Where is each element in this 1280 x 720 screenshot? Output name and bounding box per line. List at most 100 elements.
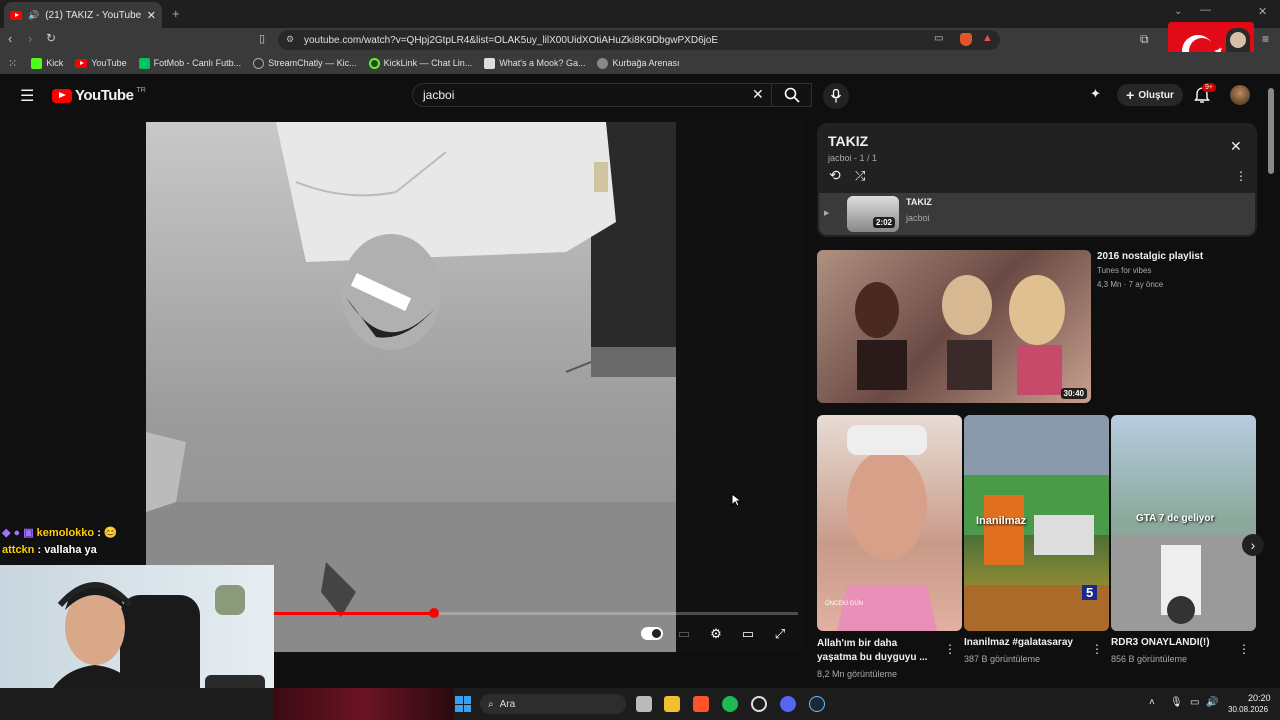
avatar[interactable] — [1230, 85, 1250, 105]
address-bar[interactable]: ⚙ youtube.com/watch?v=QHpj2GtpLR4&list=O… — [278, 30, 1000, 50]
shuffle-icon[interactable]: ⤮ — [855, 168, 865, 184]
bookmark-fotmob[interactable]: FotMob - Canlı Futb... — [138, 57, 241, 69]
bookmark-youtube[interactable]: YouTube — [75, 58, 127, 68]
short-3-views: 856 B görüntüleme — [1111, 654, 1188, 664]
brave-rewards-icon[interactable]: ▲ — [982, 32, 993, 44]
cast-icon[interactable]: ▭ — [934, 33, 943, 44]
back-icon[interactable]: ‹ — [8, 31, 12, 46]
notifications-button[interactable]: 9+ — [1194, 83, 1216, 106]
subtitles-icon[interactable]: ▭ — [674, 624, 694, 644]
search-button[interactable] — [771, 83, 811, 107]
kick-icon — [31, 57, 43, 69]
settings-icon[interactable]: ⚙ — [706, 624, 726, 644]
site-info-icon[interactable]: ⚙ — [286, 34, 294, 45]
tab-close-icon[interactable]: ✕ — [147, 9, 156, 22]
progress-scrubber[interactable] — [428, 608, 439, 618]
youtube-logo-icon — [52, 88, 72, 103]
stream-chat-overlay: ◆ ● ▣ kemolokko : 😊 attckn : vallaha ya — [2, 526, 274, 561]
steam-icon[interactable] — [809, 696, 825, 712]
apps-icon[interactable]: ⁙ — [8, 57, 17, 70]
plus-icon: + — [1126, 87, 1135, 103]
tray-display-icon[interactable]: ▭ — [1190, 697, 1199, 708]
tray-chevron-icon[interactable]: ˄ — [1149, 697, 1155, 708]
short-1-views: 8,2 Mn görüntüleme — [817, 669, 898, 679]
featured-channel[interactable]: Tunes for vibes — [1097, 266, 1151, 275]
bookmark-icon[interactable]: ▯ — [259, 32, 265, 45]
brave-browser-icon[interactable] — [693, 696, 709, 712]
short-2-title[interactable]: Inanilmaz #galatasaray — [964, 637, 1073, 648]
bookmark-mook[interactable]: What's a Mook? Ga... — [484, 57, 585, 69]
close-window-icon[interactable]: ✕ — [1258, 5, 1267, 18]
short-3-title[interactable]: RDR3 ONAYLANDI(!) — [1111, 637, 1210, 648]
bookmark-kick[interactable]: Kick — [31, 57, 63, 69]
bookmark-streamchatly[interactable]: StreamChatly — Kic... — [253, 57, 357, 69]
chat-message: attckn : vallaha ya — [2, 544, 97, 556]
shorts-next-button[interactable]: › — [1242, 534, 1264, 556]
clock-time[interactable]: 20:20 — [1248, 693, 1271, 703]
autoplay-toggle[interactable] — [641, 627, 663, 640]
link-icon — [368, 57, 380, 69]
short-thumbnail-1[interactable]: ÖNCEKİ GÜN — [817, 415, 962, 631]
tab-search-icon[interactable]: ⌄ — [1174, 6, 1182, 17]
forward-icon[interactable]: › — [28, 31, 32, 46]
short-1-tag: ÖNCEKİ GÜN — [825, 601, 864, 607]
browser-tab[interactable]: 🔊 (21) TAKIZ - YouTube ✕ — [4, 2, 162, 28]
clock-date[interactable]: 30.08.2026 — [1228, 705, 1268, 714]
featured-title[interactable]: 2016 nostalgic playlist — [1097, 251, 1203, 262]
chat-user: attckn — [2, 544, 35, 556]
bookmark-kurbaga[interactable]: Kurbağa Arenası — [597, 57, 680, 69]
featured-meta: 4,3 Mn · 7 ay önce — [1097, 280, 1164, 289]
notification-badge: 9+ — [1202, 83, 1216, 92]
task-view-icon[interactable] — [636, 696, 652, 712]
taskbar-search[interactable]: ⌕ Ara — [480, 694, 626, 714]
short-thumbnail-3[interactable]: GTA 7 de geliyor — [1111, 415, 1256, 631]
playlist-item[interactable]: ▶ 2:02 TAKIZ jacboi — [819, 193, 1255, 235]
mouse-cursor-icon — [731, 493, 741, 507]
file-explorer-icon[interactable] — [664, 696, 680, 712]
voice-search-button[interactable] — [823, 83, 849, 109]
hamburger-menu-icon[interactable]: ☰ — [20, 86, 34, 106]
loop-icon[interactable]: ⟲ — [829, 167, 841, 184]
minimize-icon[interactable]: — — [1200, 4, 1211, 16]
browser-tab-strip: 🔊 (21) TAKIZ - YouTube ✕ + ⌄ — ✕ — [0, 0, 1280, 28]
search-value: jacboi — [423, 88, 455, 102]
short-1-more-icon[interactable]: ⋮ — [944, 642, 956, 656]
spotify-icon[interactable] — [722, 696, 738, 712]
extension-puzzle-icon[interactable]: ✦ — [1090, 86, 1101, 102]
short-3-more-icon[interactable]: ⋮ — [1238, 642, 1250, 656]
discord-icon[interactable] — [780, 696, 796, 712]
playlist-item-title: TAKIZ — [906, 197, 932, 207]
reload-icon[interactable]: ↻ — [46, 31, 56, 45]
tab-title: (21) TAKIZ - YouTube — [45, 9, 141, 21]
playlist-more-icon[interactable]: ⋮ — [1235, 169, 1247, 183]
playlist-item-thumbnail: 2:02 — [847, 196, 899, 232]
clear-search-icon[interactable]: ✕ — [752, 86, 764, 103]
playlist-subtitle: jacboi - 1 / 1 — [828, 153, 878, 163]
fullscreen-icon[interactable]: ⤢ — [770, 624, 790, 644]
extensions-icon[interactable]: ⧉ — [1140, 32, 1149, 47]
tray-mic-icon[interactable]: 🎙 — [1170, 697, 1183, 708]
featured-thumbnail[interactable]: 30:40 — [817, 250, 1091, 403]
short-2-score: 5 — [1082, 585, 1098, 600]
chatgpt-icon[interactable] — [751, 696, 767, 712]
page-scrollbar[interactable] — [1268, 88, 1274, 174]
create-button[interactable]: + Oluştur — [1117, 84, 1183, 106]
short-thumbnail-2[interactable]: Inanilmaz 5 — [964, 415, 1109, 631]
new-tab-icon[interactable]: + — [172, 6, 180, 21]
browser-menu-icon[interactable]: ≡ — [1262, 32, 1269, 46]
progress-fill — [274, 612, 434, 615]
mook-icon — [484, 57, 496, 69]
tray-volume-icon[interactable]: 🔊 — [1206, 697, 1218, 708]
short-2-more-icon[interactable]: ⋮ — [1091, 642, 1103, 656]
bookmark-kicklink[interactable]: KickLink — Chat Lin... — [368, 57, 472, 69]
windows-start-icon[interactable] — [455, 696, 471, 712]
playlist-title: TAKIZ — [828, 133, 869, 149]
theater-mode-icon[interactable]: ▭ — [738, 624, 758, 644]
chat-message: ◆ ● ▣ kemolokko : 😊 — [2, 527, 118, 539]
playlist-item-channel: jacboi — [906, 213, 930, 223]
youtube-logo[interactable]: YouTube TR — [52, 87, 146, 104]
short-1-title[interactable]: Allah'ım bir daha yaşatma bu duyguyu ... — [817, 637, 932, 665]
playlist-close-icon[interactable]: ✕ — [1230, 138, 1242, 155]
brave-shield-icon[interactable] — [960, 33, 972, 46]
chat-badges-icon: ◆ ● ▣ — [2, 527, 34, 539]
